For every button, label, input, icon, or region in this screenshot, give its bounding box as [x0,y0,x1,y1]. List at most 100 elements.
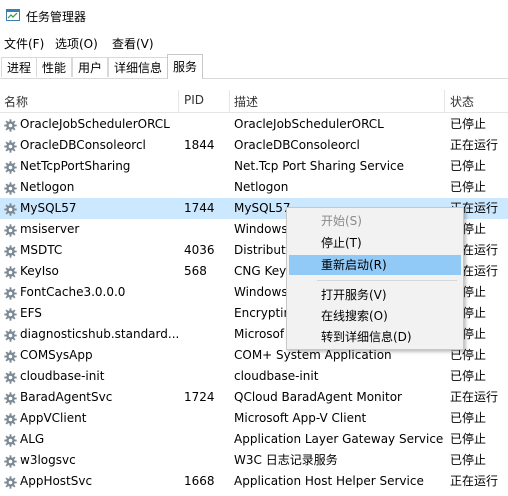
gear-icon [4,265,17,279]
context-menu-restart[interactable]: 重新启动(R) [289,255,461,275]
window-title: 任务管理器 [26,10,87,24]
service-name: AppVClient [20,411,87,425]
service-name: ALG [20,432,45,446]
gear-icon [4,370,17,384]
column-header-description[interactable]: 描述 [234,93,258,110]
service-name: w3logsvc [20,453,76,467]
service-status: 正在运行 [450,474,499,488]
service-description: Application Host Helper Service [234,474,424,488]
context-menu-stop[interactable]: 停止(T) [289,233,461,253]
service-name: cloudbase-init [20,369,105,383]
context-menu: 开始(S) 停止(T) 重新启动(R) 打开服务(V) 在线搜索(O) 转到详细… [286,207,464,350]
service-status: 已停止 [450,453,487,467]
tab-processes[interactable]: 进程 [1,57,38,77]
service-name: OracleJobSchedulerORCL [20,117,170,131]
service-name: NetTcpPortSharing [20,159,131,173]
service-description: cloudbase-init [234,369,319,383]
gear-icon [4,454,17,468]
tab-details[interactable]: 详细信息 [108,57,169,77]
service-name: diagnosticshub.standard... [20,327,178,341]
tab-services[interactable]: 服务 [167,54,204,79]
gear-icon [4,286,17,300]
service-pid: 1844 [184,138,215,152]
table-row[interactable]: OracleJobSchedulerORCL OracleJobScheduler… [0,114,508,135]
service-description: OracleDBConsoleorcl [234,138,360,152]
menu-view[interactable]: 查看(V) [112,35,154,52]
table-row[interactable]: w3logsvc W3C 日志记录服务 已停止 [0,450,508,471]
service-pid: 1744 [184,201,215,215]
tab-bar: 进程 性能 用户 详细信息 服务 [0,54,508,79]
column-header-status[interactable]: 状态 [450,93,474,110]
table-row[interactable]: ALG Application Layer Gateway Service 已停止 [0,429,508,450]
service-status: 已停止 [450,117,487,131]
gear-icon [4,433,17,447]
service-description: W3C 日志记录服务 [234,453,338,467]
table-row[interactable]: OracleDBConsoleorcl 1844 OracleDBConsoleor… [0,135,508,156]
gear-icon [4,244,17,258]
gear-icon [4,139,17,153]
column-divider[interactable] [444,90,445,112]
task-manager-icon [6,9,20,21]
gear-icon [4,202,17,216]
service-name: MSDTC [20,243,63,257]
gear-icon [4,391,17,405]
service-status: 已停止 [450,411,487,425]
service-description: Microsoft App-V Client [234,411,367,425]
table-row[interactable]: AppVClient Microsoft App-V Client 已停止 [0,408,508,429]
service-pid: 1724 [184,390,215,404]
gear-icon [4,475,17,489]
service-description: OracleJobSchedulerORCL [234,117,384,131]
service-pid: 4036 [184,243,215,257]
service-name: BaradAgentSvc [20,390,113,404]
column-divider[interactable] [229,90,230,112]
gear-icon [4,307,17,321]
context-menu-separator [317,280,457,281]
service-status: 已停止 [450,159,487,173]
context-menu-open-services[interactable]: 打开服务(V) [289,285,461,305]
service-name: OracleDBConsoleorcl [20,138,146,152]
service-name: Netlogon [20,180,75,194]
service-status: 已停止 [450,180,487,194]
column-header-name[interactable]: 名称 [4,93,28,110]
table-row[interactable]: Netlogon Netlogon 已停止 [0,177,508,198]
table-row[interactable]: cloudbase-init cloudbase-init 已停止 [0,366,508,387]
service-name: KeyIso [20,264,59,278]
context-menu-go-to-details[interactable]: 转到详细信息(D) [289,327,461,347]
menu-options[interactable]: 选项(O) [55,35,98,52]
gear-icon [4,412,17,426]
service-description: Net.Tcp Port Sharing Service [234,159,405,173]
title-bar: 任务管理器 [0,0,508,32]
service-pid: 568 [184,264,207,278]
gear-icon [4,349,17,363]
service-description: Netlogon [234,180,289,194]
service-name: AppHostSvc [20,474,93,488]
service-name: EFS [20,306,42,320]
column-header-pid[interactable]: PID [184,93,204,107]
menu-bar: 文件(F) 选项(O) 查看(V) [0,32,508,54]
service-name: COMSysApp [20,348,93,362]
service-status: 正在运行 [450,390,499,404]
tab-users[interactable]: 用户 [72,57,109,77]
tab-performance[interactable]: 性能 [36,57,73,77]
service-description: QCloud BaradAgent Monitor [234,390,402,404]
menu-file[interactable]: 文件(F) [4,35,44,52]
service-status: 已停止 [450,432,487,446]
service-name: MySQL57 [20,201,77,215]
gear-icon [4,328,17,342]
service-pid: 1668 [184,474,215,488]
column-header-row: 名称 PID 描述 状态 [0,90,508,113]
service-description: Application Layer Gateway Service [234,432,444,446]
context-menu-search-online[interactable]: 在线搜索(O) [289,306,461,326]
service-status: 已停止 [450,369,487,383]
column-divider[interactable] [178,90,179,112]
service-status: 正在运行 [450,138,499,152]
gear-icon [4,181,17,195]
service-name: FontCache3.0.0.0 [20,285,126,299]
table-row[interactable]: BaradAgentSvc 1724 QCloud BaradAgent Monit… [0,387,508,408]
table-row[interactable]: AppHostSvc 1668 Application Host Helper Se… [0,471,508,492]
table-row[interactable]: NetTcpPortSharing Net.Tcp Port Sharing Se… [0,156,508,177]
gear-icon [4,223,17,237]
context-menu-start: 开始(S) [321,214,362,228]
gear-icon [4,160,17,174]
service-name: msiserver [20,222,80,236]
